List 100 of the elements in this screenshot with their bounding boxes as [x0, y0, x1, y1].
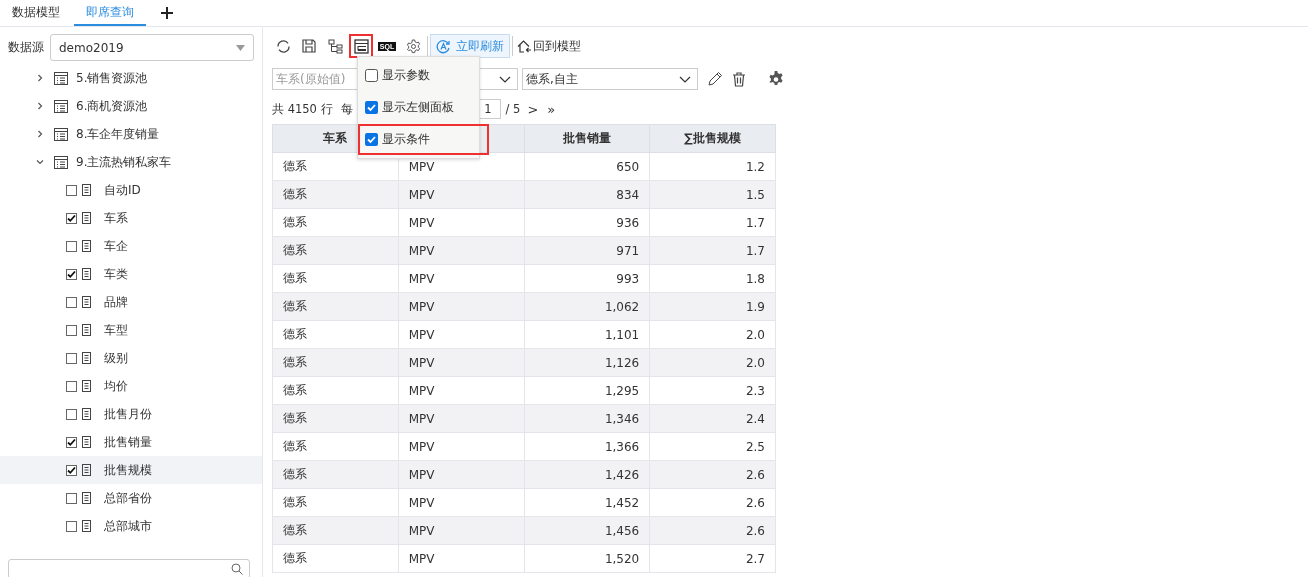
caret-icon	[236, 44, 245, 51]
save-icon	[302, 39, 316, 53]
home-icon	[517, 39, 532, 53]
table-cell: 德系	[272, 180, 399, 209]
document-icon	[82, 240, 91, 252]
table-cell: 1,456	[524, 516, 650, 545]
table-cell: 德系	[272, 544, 399, 573]
field-item[interactable]: 总部省份	[0, 484, 262, 512]
pencil-icon[interactable]	[707, 71, 723, 87]
table-cell: 1.9	[649, 292, 776, 321]
checkbox[interactable]	[66, 296, 77, 308]
table-cell: 2.5	[649, 432, 776, 461]
document-icon	[82, 408, 91, 420]
add-tab-icon[interactable]	[160, 6, 174, 20]
table-icon	[54, 155, 68, 169]
menu-item[interactable]: 显示条件	[358, 124, 489, 155]
table-cell: 1,346	[524, 404, 650, 433]
search-icon	[231, 563, 243, 575]
field-item[interactable]: 总部城市	[0, 512, 262, 540]
table-cell: MPV	[398, 236, 524, 265]
checkbox[interactable]	[66, 352, 77, 364]
field-item[interactable]: 品牌	[0, 288, 262, 316]
document-icon	[82, 296, 91, 308]
table-cell: 德系	[272, 264, 399, 293]
table-cell: MPV	[398, 292, 524, 321]
trash-icon[interactable]	[732, 71, 746, 87]
checkbox[interactable]	[66, 464, 77, 476]
table-cell: 德系	[272, 208, 399, 237]
table-icon	[54, 127, 68, 141]
table-cell: 德系	[272, 376, 399, 405]
field-item[interactable]: 批售规模	[0, 456, 262, 484]
checkbox[interactable]	[66, 408, 77, 420]
field-item[interactable]: 车型	[0, 316, 262, 344]
refresh-icon	[275, 38, 291, 54]
table-cell: MPV	[398, 516, 524, 545]
field-item[interactable]: 自动ID	[0, 176, 262, 204]
table-node[interactable]: 5.销售资源池	[0, 64, 262, 92]
table-cell: 1,366	[524, 432, 650, 461]
chevron-down-icon	[679, 75, 691, 83]
next-page-button[interactable]: >	[525, 101, 541, 117]
table-cell: 1,426	[524, 460, 650, 489]
settings-icon[interactable]	[768, 71, 784, 87]
document-icon	[82, 268, 91, 280]
checkbox[interactable]	[66, 492, 77, 504]
table-cell: 1.7	[649, 236, 776, 265]
table-cell: 2.6	[649, 516, 776, 545]
filter-value-select[interactable]: 德系,自主	[522, 68, 698, 90]
table-cell: 2.6	[649, 460, 776, 489]
checkbox[interactable]	[66, 520, 77, 532]
table-cell: 德系	[272, 460, 399, 489]
column-header[interactable]: 批售销量	[524, 124, 650, 153]
column-header[interactable]: ∑批售规模	[649, 124, 776, 153]
table-cell: MPV	[398, 432, 524, 461]
checkbox[interactable]	[66, 324, 77, 336]
checkbox[interactable]	[66, 212, 77, 224]
table-cell: 1,295	[524, 376, 650, 405]
table-icon	[54, 71, 68, 85]
table-cell: 德系	[272, 404, 399, 433]
table-cell: MPV	[398, 376, 524, 405]
checkbox[interactable]	[66, 240, 77, 252]
table-cell: 德系	[272, 516, 399, 545]
field-item[interactable]: 均价	[0, 372, 262, 400]
checkbox[interactable]	[365, 101, 378, 114]
table-cell: MPV	[398, 264, 524, 293]
checkbox[interactable]	[66, 436, 77, 448]
datasource-select[interactable]: demo2019	[50, 34, 254, 61]
table-cell: MPV	[398, 544, 524, 573]
field-item[interactable]: 批售月份	[0, 400, 262, 428]
table-node[interactable]: 6.商机资源池	[0, 92, 262, 120]
field-item[interactable]: 车系	[0, 204, 262, 232]
gear-icon	[405, 38, 421, 54]
table-cell: MPV	[398, 348, 524, 377]
table-cell: 2.0	[649, 348, 776, 377]
table-cell: 德系	[272, 292, 399, 321]
tab[interactable]: 数据模型	[0, 0, 72, 26]
table-cell: 2.4	[649, 404, 776, 433]
checkbox[interactable]	[365, 133, 378, 146]
field-item[interactable]: 批售销量	[0, 428, 262, 456]
row-count: 共 4150 行	[272, 101, 333, 117]
checkbox[interactable]	[66, 184, 77, 196]
page-total: / 5	[505, 102, 521, 116]
checkbox[interactable]	[66, 380, 77, 392]
table-node[interactable]: 8.车企年度销量	[0, 120, 262, 148]
checkbox[interactable]	[365, 69, 378, 82]
field-item[interactable]: 级别	[0, 344, 262, 372]
tab[interactable]: 即席查询	[74, 0, 146, 26]
table-cell: 德系	[272, 348, 399, 377]
last-page-button[interactable]: »	[545, 101, 558, 117]
datasource-label: 数据源	[8, 39, 44, 56]
per-page-label: 每	[340, 101, 353, 117]
back-to-model-button[interactable]: 回到模型	[515, 35, 583, 57]
table-node[interactable]: 9.主流热销私家车	[0, 148, 262, 176]
field-item[interactable]: 车企	[0, 232, 262, 260]
table-cell: 650	[524, 152, 650, 181]
table-cell: 1.7	[649, 208, 776, 237]
table-cell: MPV	[398, 488, 524, 517]
field-item[interactable]: 车类	[0, 260, 262, 288]
checkbox[interactable]	[66, 268, 77, 280]
table-cell: MPV	[398, 180, 524, 209]
search-field[interactable]	[8, 559, 250, 577]
